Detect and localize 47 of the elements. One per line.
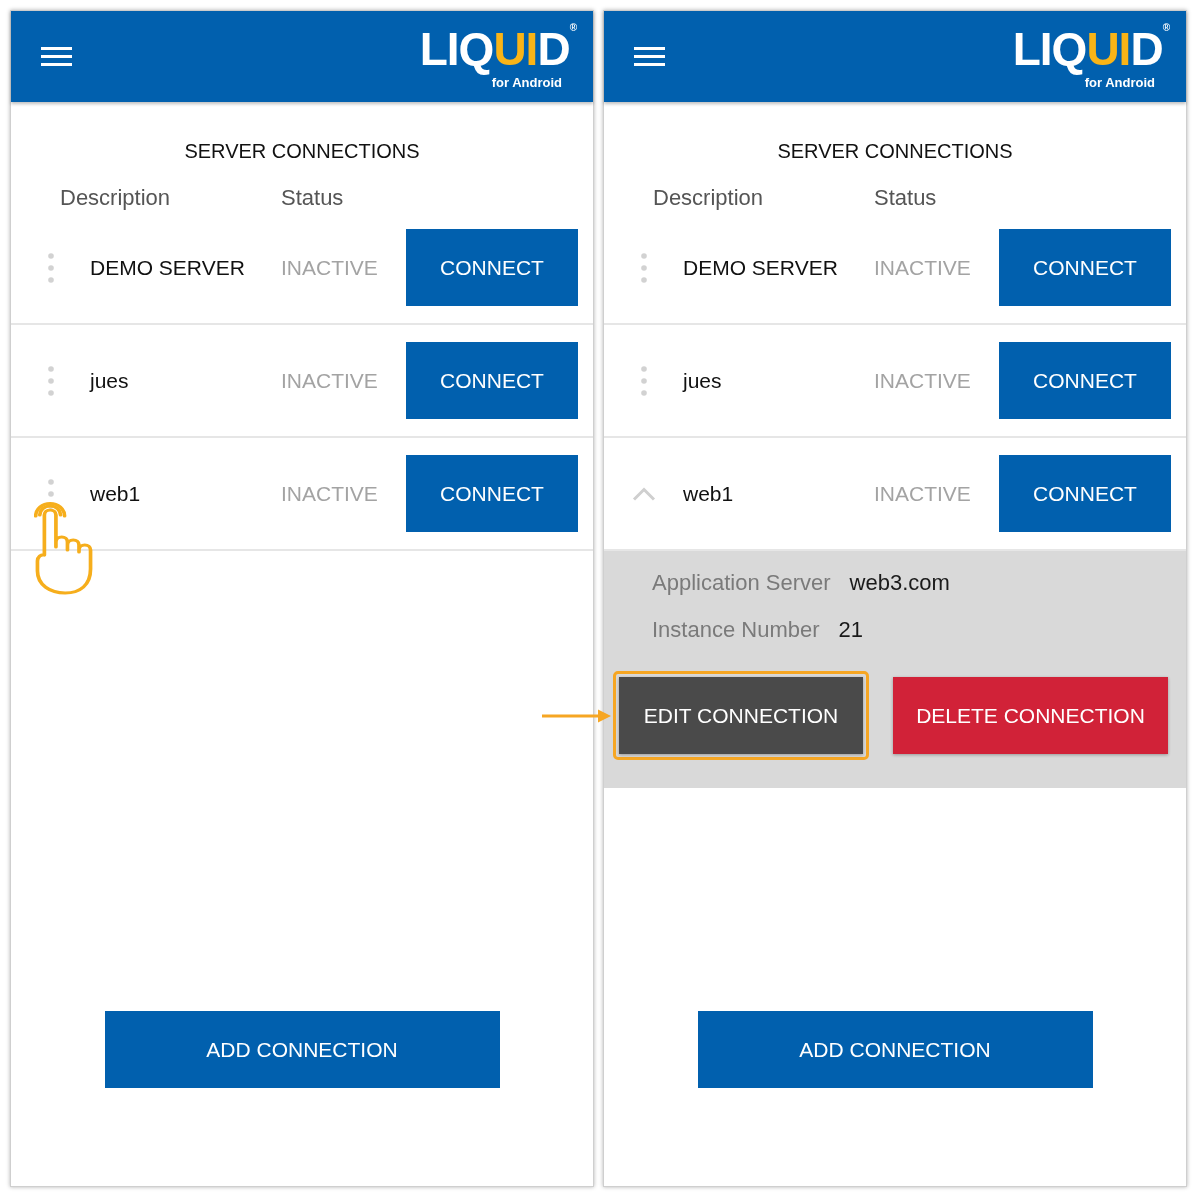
field-value: web3.com — [849, 569, 950, 597]
field-value: 21 — [838, 616, 863, 644]
column-header: Description — [60, 185, 171, 210]
connection-status: INACTIVE — [281, 254, 378, 281]
logo-subtitle: for Android — [1084, 75, 1155, 91]
more-options-icon[interactable] — [47, 478, 54, 509]
menu-icon — [634, 47, 665, 66]
section-title: SERVER CONNECTIONS — [777, 139, 1013, 164]
column-header: Description — [653, 185, 764, 210]
connection-name: web1 — [90, 480, 141, 507]
logo-wordmark: LIQUID® — [419, 22, 576, 76]
add-connection-button[interactable]: ADD CONNECTION — [697, 1011, 1093, 1088]
connect-button[interactable]: CONNECT — [406, 229, 578, 306]
field-label: Application Server — [652, 569, 831, 597]
column-header: Status — [281, 185, 344, 210]
connect-button[interactable]: CONNECT — [406, 342, 578, 419]
connection-name: DEMO SERVER — [683, 254, 838, 281]
connection-name: jues — [683, 367, 722, 394]
logo-wordmark: LIQUID® — [1012, 22, 1169, 76]
connect-button[interactable]: CONNECT — [999, 455, 1171, 532]
section-title: SERVER CONNECTIONS — [184, 139, 420, 164]
connect-button[interactable]: CONNECT — [406, 455, 578, 532]
connection-name: web1 — [683, 480, 734, 507]
chevron-up-icon[interactable] — [631, 486, 656, 501]
more-options-icon[interactable] — [640, 365, 647, 396]
connection-status: INACTIVE — [874, 367, 971, 394]
field-label: Instance Number — [652, 616, 820, 644]
connection-name: jues — [90, 367, 129, 394]
logo-subtitle: for Android — [491, 75, 562, 91]
connection-status: INACTIVE — [874, 254, 971, 281]
connect-button[interactable]: CONNECT — [999, 229, 1171, 306]
annotation-arrow — [542, 708, 611, 723]
more-options-icon[interactable] — [47, 252, 54, 283]
more-options-icon[interactable] — [47, 365, 54, 396]
connection-status: INACTIVE — [281, 480, 378, 507]
delete-connection-button[interactable]: DELETE CONNECTION — [893, 677, 1168, 754]
edit-connection-button[interactable]: EDIT CONNECTION — [619, 677, 863, 754]
menu-button[interactable] — [634, 47, 665, 66]
menu-icon — [41, 47, 72, 66]
connection-status: INACTIVE — [874, 480, 971, 507]
column-header: Status — [874, 185, 937, 210]
connection-status: INACTIVE — [281, 367, 378, 394]
add-connection-button[interactable]: ADD CONNECTION — [104, 1011, 500, 1088]
connect-button[interactable]: CONNECT — [999, 342, 1171, 419]
menu-button[interactable] — [41, 47, 72, 66]
more-options-icon[interactable] — [640, 252, 647, 283]
connection-name: DEMO SERVER — [90, 254, 245, 281]
